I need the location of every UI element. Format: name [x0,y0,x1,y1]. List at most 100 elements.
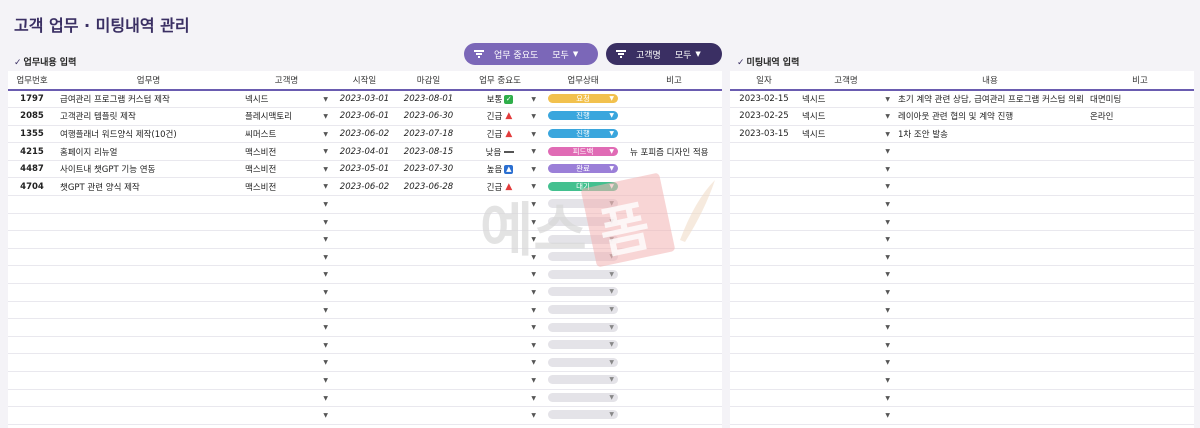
status-badge[interactable]: ▼ [548,410,618,420]
end-date-cell[interactable] [397,230,460,249]
importance-cell[interactable]: 보통 ✓ ▼ [460,90,540,109]
meeting-customer-cell[interactable]: 넥시드 ▼ [798,107,894,126]
chevron-down-icon[interactable]: ▼ [885,148,890,155]
meeting-content-cell[interactable] [894,230,1086,249]
task-name-cell[interactable] [56,195,241,214]
chevron-down-icon[interactable]: ▼ [323,201,328,208]
importance-cell[interactable]: 긴급 ▲ ▼ [460,107,540,126]
status-cell[interactable]: ▼ [540,389,626,408]
task-number-cell[interactable]: 4487 [8,160,56,179]
importance-cell[interactable]: ▼ [460,265,540,285]
task-number-cell[interactable] [8,195,56,214]
meeting-date-cell[interactable] [730,371,798,390]
meeting-date-cell[interactable]: 2023-02-15 [730,90,798,109]
end-date-cell[interactable] [397,406,460,425]
chevron-down-icon[interactable]: ▼ [323,307,328,314]
meeting-customer-cell[interactable]: ▼ [798,177,894,197]
task-number-cell[interactable] [8,318,56,337]
end-date-cell[interactable]: 2023-06-28 [397,177,460,197]
task-number-cell[interactable]: 1355 [8,125,56,144]
meeting-content-cell[interactable] [894,301,1086,320]
task-note-cell[interactable] [626,353,722,372]
meeting-date-cell[interactable] [730,389,798,408]
meeting-date-cell[interactable] [730,353,798,372]
end-date-cell[interactable] [397,213,460,232]
meeting-date-cell[interactable] [730,318,798,337]
chevron-down-icon[interactable]: ▼ [323,131,328,138]
task-number-cell[interactable]: 4215 [8,142,56,161]
meeting-date-cell[interactable] [730,406,798,425]
task-number-cell[interactable] [8,336,56,355]
meeting-date-cell[interactable] [730,160,798,179]
task-customer-cell[interactable]: ▼ [241,371,332,390]
task-customer-cell[interactable]: 맥스비전 ▼ [241,142,332,161]
importance-cell[interactable]: ▼ [460,371,540,390]
task-name-cell[interactable] [56,424,241,428]
status-badge[interactable]: ▼ [548,287,618,297]
task-name-cell[interactable] [56,406,241,425]
status-cell[interactable]: ▼ [540,301,626,320]
task-name-cell[interactable] [56,353,241,372]
meeting-content-cell[interactable] [894,177,1086,197]
task-number-cell[interactable] [8,424,56,428]
task-number-cell[interactable] [8,371,56,390]
status-badge[interactable]: ▼ [548,234,618,244]
chevron-down-icon[interactable]: ▼ [531,236,536,243]
task-number-cell[interactable] [8,283,56,302]
chevron-down-icon[interactable]: ▼ [885,324,890,331]
task-customer-cell[interactable]: ▼ [241,353,332,372]
chevron-down-icon[interactable]: ▼ [531,395,536,402]
task-customer-cell[interactable]: ▼ [241,424,332,428]
task-note-cell[interactable] [626,265,722,285]
meeting-content-cell[interactable] [894,353,1086,372]
meeting-content-cell[interactable] [894,336,1086,355]
chevron-down-icon[interactable]: ▼ [323,395,328,402]
start-date-cell[interactable] [332,371,397,390]
end-date-cell[interactable] [397,389,460,408]
meeting-content-cell[interactable] [894,160,1086,179]
chevron-down-icon[interactable]: ▼ [885,271,890,278]
end-date-cell[interactable] [397,371,460,390]
meeting-content-cell[interactable] [894,248,1086,267]
task-name-cell[interactable]: 여행플래너 워드양식 제작(10건) [56,125,241,144]
chevron-down-icon[interactable]: ▼ [531,131,536,138]
chevron-down-icon[interactable]: ▼ [531,289,536,296]
end-date-cell[interactable] [397,301,460,320]
chevron-down-icon[interactable]: ▼ [885,113,890,120]
end-date-cell[interactable] [397,353,460,372]
chevron-down-icon[interactable]: ▼ [531,148,536,155]
chevron-down-icon[interactable]: ▼ [531,183,536,190]
meeting-date-cell[interactable] [730,301,798,320]
chevron-down-icon[interactable]: ▼ [531,201,536,208]
start-date-cell[interactable] [332,230,397,249]
task-name-cell[interactable]: 홈페이지 리뉴얼 [56,142,241,161]
task-note-cell[interactable] [626,160,722,179]
status-cell[interactable]: ▼ [540,318,626,337]
task-note-cell[interactable] [626,406,722,425]
task-note-cell[interactable] [626,107,722,126]
customer-filter-button[interactable]: 고객명 모두 ▼ [606,43,722,65]
meeting-date-cell[interactable] [730,248,798,267]
start-date-cell[interactable] [332,389,397,408]
meeting-note-cell[interactable] [1086,283,1194,302]
task-name-cell[interactable]: 고객관리 템플릿 제작 [56,107,241,126]
meeting-note-cell[interactable] [1086,142,1194,161]
status-badge[interactable]: 완료 ▼ [548,164,618,174]
chevron-down-icon[interactable]: ▼ [885,412,890,419]
task-name-cell[interactable]: 사이트내 챗GPT 기능 연동 [56,160,241,179]
task-customer-cell[interactable]: 씨머스트 ▼ [241,125,332,144]
meeting-note-cell[interactable] [1086,301,1194,320]
start-date-cell[interactable] [332,318,397,337]
end-date-cell[interactable] [397,424,460,428]
chevron-down-icon[interactable]: ▼ [323,96,328,103]
start-date-cell[interactable]: 2023-06-02 [332,177,397,197]
meeting-customer-cell[interactable]: ▼ [798,371,894,390]
meeting-content-cell[interactable] [894,283,1086,302]
importance-cell[interactable]: ▼ [460,336,540,355]
chevron-down-icon[interactable]: ▼ [531,412,536,419]
chevron-down-icon[interactable]: ▼ [885,342,890,349]
meeting-date-cell[interactable] [730,213,798,232]
status-cell[interactable]: 진행 ▼ [540,125,626,144]
chevron-down-icon[interactable]: ▼ [885,219,890,226]
status-cell[interactable]: ▼ [540,195,626,214]
